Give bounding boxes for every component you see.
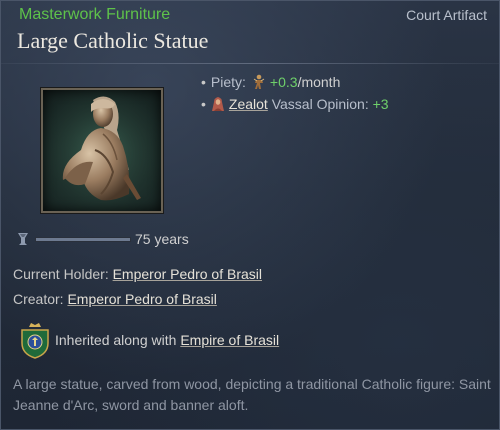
artifact-category: Masterwork Furniture <box>19 6 171 23</box>
creator-link[interactable]: Emperor Pedro of Brasil <box>67 291 216 307</box>
inheritance-text: Inherited along with <box>55 332 177 348</box>
artifact-portrait <box>41 88 163 213</box>
artifact-rarity: Court Artifact <box>406 7 487 23</box>
piety-icon <box>253 74 265 89</box>
holder-label: Current Holder: <box>13 266 109 282</box>
creator-line: Creator: Emperor Pedro of Brasil <box>13 291 217 307</box>
modifier-piety: • Piety: +0.3 /month <box>201 74 341 90</box>
header-divider <box>1 63 499 64</box>
modifier-vassal-opinion: • Zealot Vassal Opinion: +3 <box>201 96 389 112</box>
piety-value: +0.3 <box>269 74 298 90</box>
durability-bar <box>35 236 131 242</box>
artifact-tooltip: Masterwork Furniture Court Artifact Larg… <box>0 0 500 430</box>
artifact-description: A large statue, carved from wood, depict… <box>13 376 491 413</box>
statue-image-icon <box>43 90 161 211</box>
piety-suffix: /month <box>297 74 341 90</box>
durability-icon <box>18 233 28 245</box>
holder-line: Current Holder: Emperor Pedro of Brasil <box>13 266 262 282</box>
vassal-opinion-value: +3 <box>372 96 389 112</box>
inheritance-row: Inherited along with Empire of Brasil <box>19 321 279 359</box>
zealot-trait-icon <box>211 97 224 111</box>
holder-link[interactable]: Emperor Pedro of Brasil <box>113 266 262 282</box>
creator-label: Creator: <box>13 291 64 307</box>
inheritance-title-link[interactable]: Empire of Brasil <box>180 332 279 348</box>
zealot-trait-link[interactable]: Zealot <box>229 96 268 112</box>
artifact-title: Large Catholic Statue <box>17 28 209 53</box>
modifier-list: • Piety: +0.3 /month • Zealot Vassal Opi… <box>201 71 389 115</box>
durability-row: 75 years <box>17 231 189 247</box>
header-row: Masterwork Furniture Court Artifact <box>19 4 487 26</box>
brasil-coat-of-arms-icon[interactable] <box>19 321 51 359</box>
durability-bar-fill <box>36 237 130 241</box>
durability-text: 75 years <box>135 231 189 247</box>
